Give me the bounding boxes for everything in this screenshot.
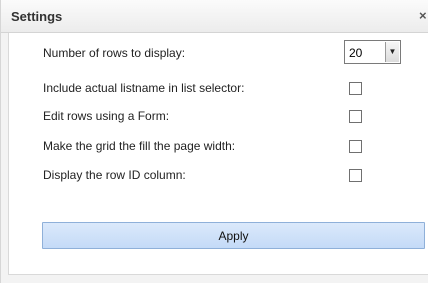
dialog-title: Settings [11, 9, 63, 24]
display-row-id-label: Display the row ID column: [43, 168, 186, 182]
fill-page-width-checkbox[interactable] [349, 140, 362, 153]
rows-to-display-select[interactable]: 20 ▼ [344, 40, 401, 64]
include-listname-checkbox[interactable] [349, 82, 362, 95]
close-icon[interactable]: × [419, 8, 427, 23]
edit-rows-form-label: Edit rows using a Form: [43, 109, 170, 123]
display-row-id-checkbox[interactable] [349, 169, 362, 182]
edit-rows-form-checkbox[interactable] [349, 110, 362, 123]
rows-to-display-value: 20 [349, 46, 363, 60]
rows-to-display-label: Number of rows to display: [43, 46, 186, 60]
fill-page-width-label: Make the grid the fill the page width: [43, 139, 236, 153]
settings-dialog: Settings × Number of rows to display: 20… [0, 0, 428, 283]
include-listname-label: Include actual listname in list selector… [43, 81, 245, 95]
apply-button[interactable]: Apply [42, 222, 425, 249]
chevron-down-icon[interactable]: ▼ [385, 42, 399, 62]
dialog-titlebar: Settings × [1, 0, 428, 33]
